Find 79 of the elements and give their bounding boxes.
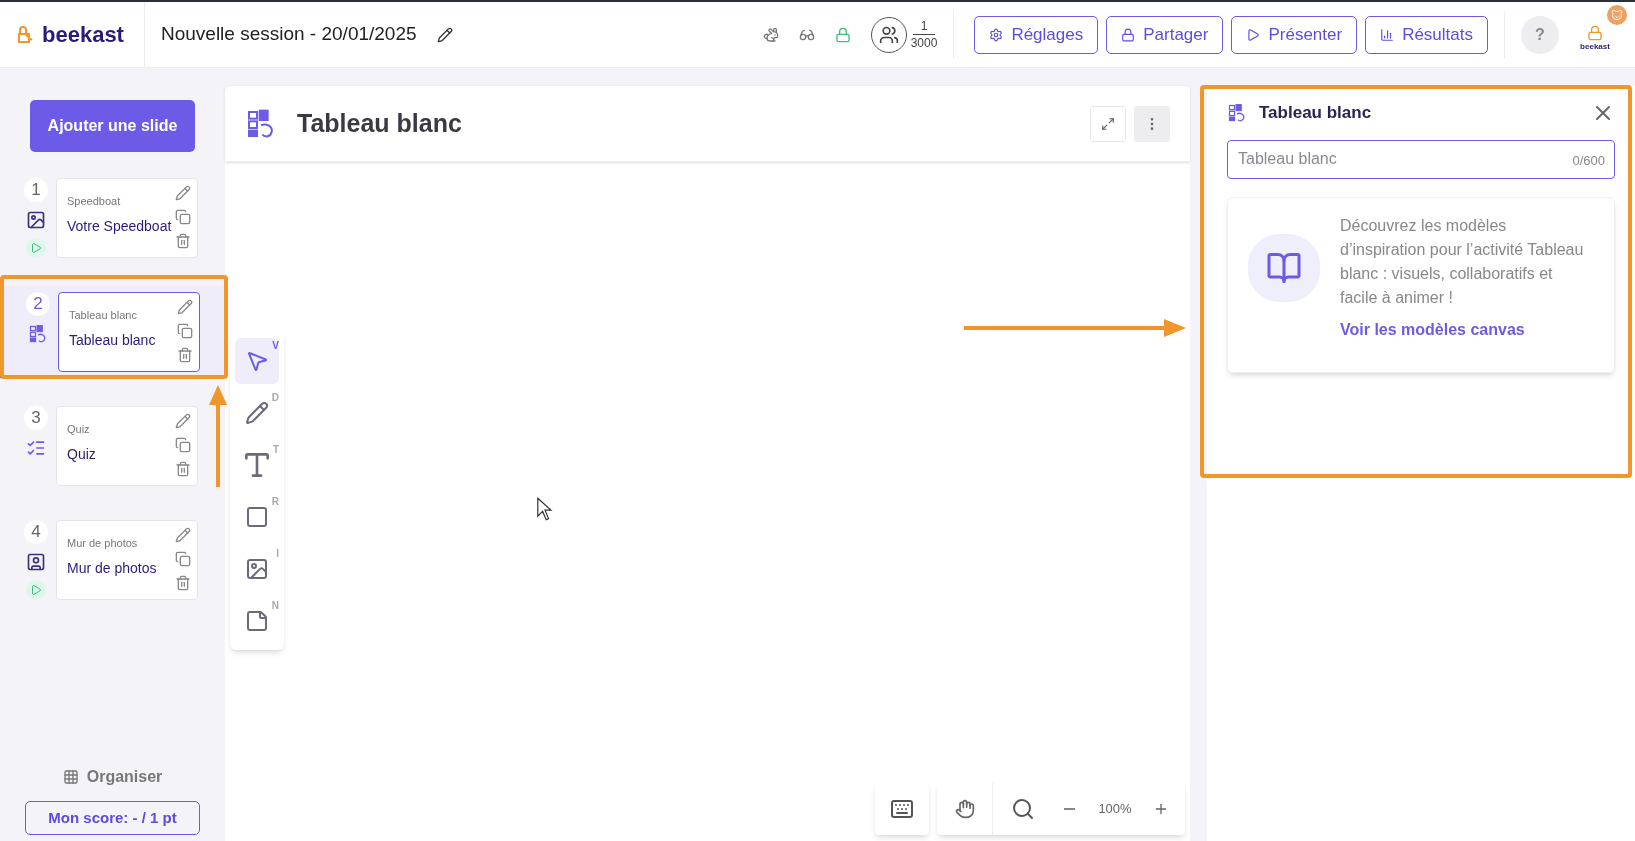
search-icon [1011, 797, 1035, 821]
account-button[interactable]: beekast [1575, 16, 1615, 53]
header-button[interactable]: Partager [1106, 15, 1224, 54]
lock-icon [1121, 27, 1136, 42]
slide-title: Tableau blanc [69, 330, 157, 350]
bar-chart-icon [1380, 27, 1395, 42]
duplicate-icon[interactable] [175, 209, 191, 225]
header-button[interactable]: Résultats [1365, 15, 1488, 54]
settings-icon [989, 27, 1004, 42]
logo-text: beekast [42, 21, 124, 49]
slide-number: 1 [24, 178, 48, 202]
grid-icon [62, 769, 79, 785]
plus-icon [1153, 801, 1169, 817]
trash-icon[interactable] [175, 461, 191, 477]
expand-icon [1101, 116, 1115, 131]
mouse-cursor [535, 497, 555, 521]
note-icon [245, 609, 269, 633]
help-button[interactable]: ? [1521, 15, 1559, 54]
pencil-icon [436, 26, 453, 43]
slide-title: Mur de photos [67, 558, 158, 578]
lock-icon[interactable] [834, 26, 851, 43]
duplicate-icon[interactable] [175, 437, 191, 453]
pencil-icon [245, 401, 269, 425]
slide-number: 2 [26, 292, 50, 316]
trash-icon[interactable] [175, 233, 191, 249]
trash-icon[interactable] [177, 347, 193, 363]
trash-icon[interactable] [175, 575, 191, 591]
edit-icon[interactable] [175, 185, 191, 201]
fullscreen-button[interactable] [1090, 105, 1126, 142]
slide-type: Mur de photos [67, 536, 139, 551]
edit-icon[interactable] [177, 299, 193, 315]
slide-card[interactable]: Tableau blanc Tableau blanc [58, 292, 200, 372]
slide-row[interactable]: 3 Quiz Quiz [0, 400, 225, 492]
session-title: Nouvelle session - 20/01/2025 [160, 22, 417, 47]
image-icon [245, 557, 269, 581]
portrait-icon [26, 552, 46, 572]
slide-type: Tableau blanc [69, 308, 138, 323]
keyboard-button[interactable] [875, 783, 929, 835]
slide-number: 3 [24, 406, 48, 430]
whiteboard-icon [28, 324, 48, 344]
slide-number: 4 [24, 520, 48, 544]
char-counter: 0/600 [1572, 151, 1605, 170]
slide-card[interactable]: Quiz Quiz [56, 406, 198, 486]
play-icon[interactable] [26, 580, 46, 600]
slide-row[interactable]: 1 Speedboat Votre Speedboat [0, 172, 225, 264]
duplicate-icon[interactable] [175, 551, 191, 567]
play-icon[interactable] [26, 238, 46, 258]
square-icon [245, 505, 269, 529]
keyboard-icon [890, 797, 914, 821]
templates-link[interactable]: Voir les modèles canvas [1340, 317, 1594, 342]
play-icon [1246, 27, 1261, 42]
whiteboard-icon [1227, 102, 1247, 123]
canvas-title: Tableau blanc [297, 107, 462, 139]
zoom-level: 100% [1097, 800, 1133, 819]
slide-title: Votre Speedboat [67, 216, 173, 236]
slide-title: Quiz [67, 444, 97, 464]
slide-row[interactable]: 4 Mur de photos Mur de photos [0, 514, 225, 606]
organise-button[interactable]: Organiser [62, 765, 163, 789]
score-button[interactable]: Mon score: - / 1 pt [25, 801, 200, 835]
slide-type: Quiz [67, 422, 91, 437]
tool-button[interactable]: V [235, 338, 279, 384]
duplicate-icon[interactable] [177, 323, 193, 339]
edit-icon[interactable] [175, 413, 191, 429]
header-button[interactable]: Réglages [974, 15, 1099, 54]
promo-text: Découvrez les modèles d’inspiration pour l’activité Tableau blanc : visuels, collaboratifs et facile à animer ! [1340, 215, 1585, 308]
header-button[interactable]: Présenter [1231, 15, 1358, 54]
participant-max: 3000 [910, 35, 938, 51]
image-icon [26, 210, 46, 230]
checklist-icon [26, 438, 46, 458]
slide-type: Speedboat [67, 194, 122, 209]
add-slide-button[interactable]: Ajouter une slide [30, 100, 195, 152]
hand-icon [954, 799, 975, 819]
participant-count: 1 [912, 18, 936, 35]
minus-icon [1063, 808, 1075, 810]
panel-title: Tableau blanc [1259, 102, 1372, 124]
pointer-icon [245, 349, 269, 373]
slide-card[interactable]: Speedboat Votre Speedboat [56, 178, 198, 258]
edit-icon[interactable] [175, 527, 191, 543]
slide-card[interactable]: Mur de photos Mur de photos [56, 520, 198, 600]
